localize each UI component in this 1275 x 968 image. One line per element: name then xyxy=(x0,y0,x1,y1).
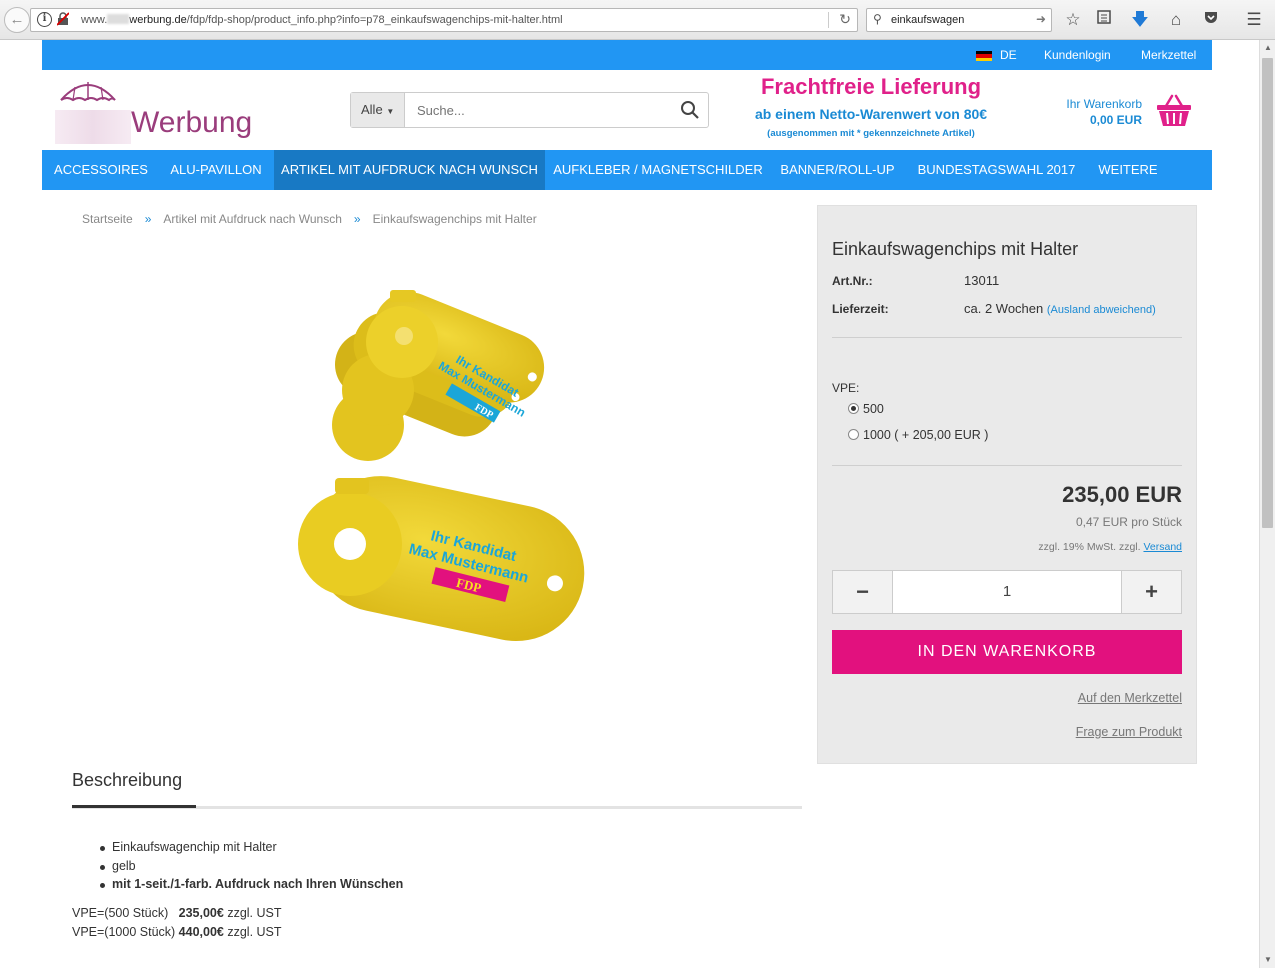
vpe-option-500[interactable]: 500 xyxy=(848,402,884,416)
radio-unchecked-icon[interactable] xyxy=(848,429,859,440)
vpe-label: VPE: xyxy=(832,381,860,395)
nav-item-alu-pavillon[interactable]: ALU-PAVILLON xyxy=(160,150,272,190)
back-arrow-icon[interactable]: ← xyxy=(4,7,30,33)
product-question-link[interactable]: Frage zum Produkt xyxy=(1076,725,1182,739)
delivery-note-link[interactable]: (Ausland abweichend) xyxy=(1047,304,1156,316)
nav-item-weitere[interactable]: WEITERE xyxy=(1089,150,1167,190)
tax-note: zzgl. 19% MwSt. zzgl. Versand xyxy=(1038,541,1182,553)
caret-down-icon: ▼ xyxy=(386,107,395,116)
scroll-down-icon[interactable]: ▼ xyxy=(1260,952,1275,968)
wishlist-link[interactable]: Merkzettel xyxy=(1141,48,1196,62)
quantity-input[interactable]: 1 xyxy=(893,571,1121,613)
breadcrumb-home[interactable]: Startseite xyxy=(82,212,133,226)
reload-icon[interactable]: ↻ xyxy=(839,11,851,28)
main-navigation: ACCESSOIRES ALU-PAVILLON ARTIKEL MIT AUF… xyxy=(42,150,1212,190)
nav-item-artikel-mit-aufdruck[interactable]: ARTIKEL MIT AUFDRUCK NACH WUNSCH xyxy=(274,150,545,190)
radio-checked-icon[interactable] xyxy=(848,403,859,414)
reading-list-icon[interactable] xyxy=(1093,9,1115,31)
description-list: Einkaufswagenchip mit Halter gelb mit 1-… xyxy=(100,840,403,896)
scroll-thumb[interactable] xyxy=(1262,58,1273,528)
delivery-label: Lieferzeit: xyxy=(832,302,889,316)
promo-subtitle: ab einem Netto-Warenwert von 80€ xyxy=(754,106,988,122)
vpe-price-line: VPE=(1000 Stück) 440,00€ zzgl. UST xyxy=(72,925,282,939)
shipping-link[interactable]: Versand xyxy=(1143,541,1182,553)
shopping-basket-icon[interactable] xyxy=(1156,94,1192,128)
vpe-option-1000[interactable]: 1000 ( + 205,00 EUR ) xyxy=(848,428,988,442)
unit-price: 0,47 EUR pro Stück xyxy=(1075,515,1182,529)
vpe-price-line: VPE=(500 Stück) 235,00€ zzgl. UST xyxy=(72,906,282,920)
search-icon: ⚲ xyxy=(873,12,882,26)
art-nr-label: Art.Nr.: xyxy=(832,274,873,288)
menu-icon[interactable]: ☰ xyxy=(1243,9,1265,31)
cart-total[interactable]: 0,00 EUR xyxy=(1030,113,1142,127)
breadcrumb-category[interactable]: Artikel mit Aufdruck nach Wunsch xyxy=(163,212,342,226)
scroll-up-icon[interactable]: ▲ xyxy=(1260,40,1275,56)
cart-label[interactable]: Ihr Warenkorb xyxy=(1030,97,1142,111)
promo-note: (ausgenommen mit * gekennzeichnete Artik… xyxy=(767,128,975,139)
page-scrollbar[interactable]: ▲ ▼ xyxy=(1259,40,1275,968)
delivery-value: ca. 2 Wochen (Ausland abweichend) xyxy=(964,301,1156,316)
list-item: mit 1-seit./1-farb. Aufdruck nach Ihren … xyxy=(100,877,403,896)
umbrella-icon xyxy=(60,82,116,102)
search-icon[interactable] xyxy=(680,100,700,120)
product-info-box: Einkaufswagenchips mit Halter Art.Nr.: 1… xyxy=(817,205,1197,764)
browser-search-value[interactable]: einkaufswagen xyxy=(891,14,964,26)
language-link[interactable]: DE xyxy=(1000,48,1017,62)
top-bar: DE Kundenlogin Merkzettel xyxy=(42,40,1212,70)
star-icon[interactable]: ☆ xyxy=(1062,9,1084,31)
add-to-cart-button[interactable]: IN DEN WARENKORB xyxy=(832,630,1182,674)
quantity-increase-button[interactable]: + xyxy=(1121,571,1181,613)
product-image[interactable]: Ihr Kandidat Max Mustermann FDP Ihr Kand… xyxy=(280,280,590,660)
shop-search: Alle ▼ xyxy=(350,92,709,128)
url-text[interactable]: www. werbung.de/fdp/fdp-shop/product_info… xyxy=(81,14,563,26)
nav-item-bundestagswahl[interactable]: BUNDESTAGSWAHL 2017 xyxy=(904,150,1089,190)
breadcrumb: Startseite» Artikel mit Aufdruck nach Wun… xyxy=(82,212,537,226)
german-flag-icon[interactable] xyxy=(976,51,992,61)
nav-item-aufkleber[interactable]: AUFKLEBER / MAGNETSCHILDER xyxy=(545,150,771,190)
address-bar[interactable]: i www. werbung.de/fdp/fdp-shop/product_in… xyxy=(30,8,858,32)
list-item: Einkaufswagenchip mit Halter xyxy=(100,840,403,859)
browser-search-bar[interactable]: ⚲ einkaufswagen ➜ xyxy=(866,8,1052,32)
nav-item-banner[interactable]: BANNER/ROLL-UP xyxy=(771,150,904,190)
logo-text: Werbung xyxy=(131,106,253,139)
browser-toolbar: ← i www. werbung.de/fdp/fdp-shop/product_… xyxy=(0,0,1275,40)
customer-login-link[interactable]: Kundenlogin xyxy=(1044,48,1111,62)
breadcrumb-current: Einkaufswagenchips mit Halter xyxy=(372,212,537,226)
search-input[interactable] xyxy=(407,93,667,127)
quantity-stepper: − 1 + xyxy=(832,570,1182,614)
nav-item-accessoires[interactable]: ACCESSOIRES xyxy=(42,150,160,190)
product-title: Einkaufswagenchips mit Halter xyxy=(832,239,1079,259)
art-nr-value: 13011 xyxy=(964,273,1000,288)
list-item: gelb xyxy=(100,859,403,878)
info-icon[interactable]: i xyxy=(37,12,52,27)
add-to-wishlist-link[interactable]: Auf den Merkzettel xyxy=(1078,691,1182,705)
product-price: 235,00 EUR xyxy=(1062,482,1182,507)
category-dropdown[interactable]: Alle ▼ xyxy=(351,93,405,127)
shop-logo[interactable]: Werbung xyxy=(55,78,265,144)
arrow-right-icon[interactable]: ➜ xyxy=(1036,12,1046,26)
tab-description[interactable]: Beschreibung xyxy=(72,770,182,791)
home-icon[interactable]: ⌂ xyxy=(1165,9,1187,31)
promo-title: Frachtfreie Lieferung xyxy=(760,74,982,99)
insecure-lock-icon[interactable] xyxy=(56,12,71,27)
quantity-decrease-button[interactable]: − xyxy=(833,571,893,613)
pocket-icon[interactable] xyxy=(1200,9,1222,31)
download-icon[interactable]: 🡇 xyxy=(1129,9,1151,31)
